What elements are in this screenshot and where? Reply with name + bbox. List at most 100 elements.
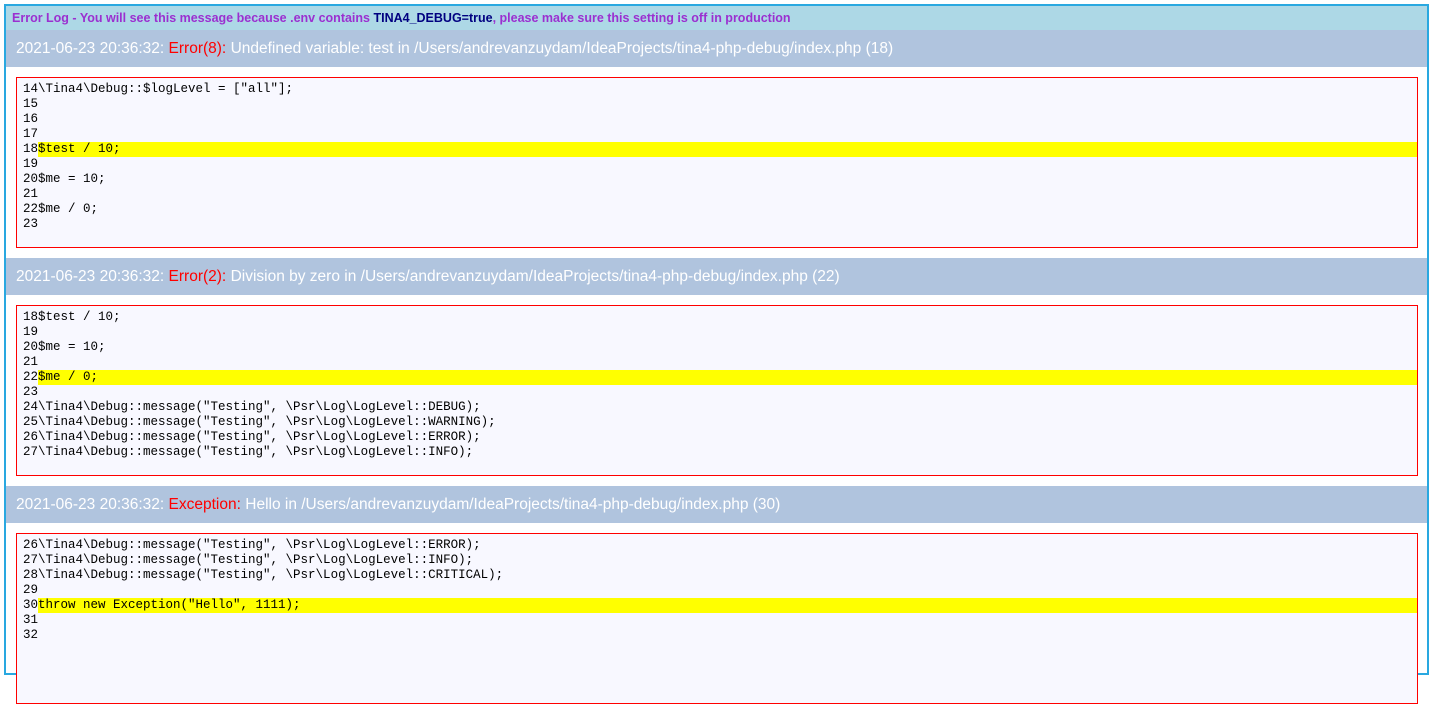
- error-header: 2021-06-23 20:36:32: Exception: Hello in…: [6, 486, 1427, 523]
- line-number: 18: [23, 310, 39, 324]
- line-number: 23: [23, 217, 39, 231]
- code-line: 16: [17, 112, 1417, 127]
- line-number: 32: [23, 628, 39, 642]
- error-message: Undefined variable: test in /Users/andre…: [230, 40, 894, 57]
- debug-warning-banner: Error Log - You will see this message be…: [6, 6, 1427, 30]
- code-line: 19: [17, 325, 1417, 340]
- code-line: 21: [17, 187, 1417, 202]
- line-code: $me = 10;: [38, 172, 106, 186]
- line-number: 18: [23, 142, 39, 156]
- line-code: $test / 10;: [38, 142, 1417, 157]
- line-number: 27: [23, 553, 39, 567]
- code-line: 21: [17, 355, 1417, 370]
- code-line: 32: [17, 628, 1417, 643]
- error-type: Error(2):: [168, 268, 227, 285]
- line-number: 16: [23, 112, 39, 126]
- code-line: 23: [17, 217, 1417, 232]
- error-header: 2021-06-23 20:36:32: Error(2): Division …: [6, 258, 1427, 295]
- error-timestamp: 2021-06-23 20:36:32:: [16, 496, 165, 513]
- banner-text-start: Error Log - You will see this message be…: [12, 11, 374, 25]
- code-line: 27 \Tina4\Debug::message("Testing", \Psr\…: [17, 445, 1417, 460]
- line-code: \Tina4\Debug::message("Testing", \Psr\Lo…: [38, 430, 481, 444]
- error-log-panel: Error Log - You will see this message be…: [4, 4, 1429, 704]
- code-line: 19: [17, 157, 1417, 172]
- code-line: 25 \Tina4\Debug::message("Testing", \Psr\…: [17, 415, 1417, 430]
- line-code: $me / 0;: [38, 202, 99, 216]
- line-code: $me / 0;: [38, 370, 1417, 385]
- line-code: \Tina4\Debug::message("Testing", \Psr\Lo…: [38, 445, 474, 459]
- error-block: 2021-06-23 20:36:32: Exception: Hello in…: [6, 486, 1427, 704]
- line-number: 26: [23, 538, 39, 552]
- error-message: Hello in /Users/andrevanzuydam/IdeaProje…: [245, 496, 781, 513]
- code-line: 27 \Tina4\Debug::message("Testing", \Psr\…: [17, 553, 1417, 568]
- line-number: 19: [23, 157, 39, 171]
- code-line-highlighted: 30 throw new Exception("Hello", 1111);: [17, 598, 1417, 613]
- code-line: 14 \Tina4\Debug::$logLevel = ["all"];: [17, 82, 1417, 97]
- line-code: \Tina4\Debug::message("Testing", \Psr\Lo…: [38, 568, 504, 582]
- line-number: 21: [23, 355, 39, 369]
- line-number: 28: [23, 568, 39, 582]
- error-block: 2021-06-23 20:36:32: Error(2): Division …: [6, 258, 1427, 476]
- line-code: \Tina4\Debug::message("Testing", \Psr\Lo…: [38, 415, 496, 429]
- line-number: 25: [23, 415, 39, 429]
- code-line-highlighted: 22 $me / 0;: [17, 370, 1417, 385]
- line-number: 31: [23, 613, 39, 627]
- error-message: Division by zero in /Users/andrevanzuyda…: [230, 268, 840, 285]
- banner-text-end: , please make sure this setting is off i…: [492, 11, 791, 25]
- error-header: 2021-06-23 20:36:32: Error(8): Undefined…: [6, 30, 1427, 67]
- line-code: \Tina4\Debug::$logLevel = ["all"];: [38, 82, 294, 96]
- line-number: 24: [23, 400, 39, 414]
- code-line: 26 \Tina4\Debug::message("Testing", \Psr\…: [17, 430, 1417, 445]
- line-code: \Tina4\Debug::message("Testing", \Psr\Lo…: [38, 538, 481, 552]
- line-number: 21: [23, 187, 39, 201]
- code-line: 31: [17, 613, 1417, 628]
- line-number: 17: [23, 127, 39, 141]
- line-code: \Tina4\Debug::message("Testing", \Psr\Lo…: [38, 553, 474, 567]
- line-number: 19: [23, 325, 39, 339]
- line-number: 26: [23, 430, 39, 444]
- code-snippet: 18 $test / 10; 19 20 $me = 10; 21 22 $me / 0; 23…: [16, 305, 1418, 476]
- line-code: throw new Exception("Hello", 1111);: [38, 598, 1417, 613]
- code-line: 20 $me = 10;: [17, 172, 1417, 187]
- code-line: 26 \Tina4\Debug::message("Testing", \Psr\…: [17, 538, 1417, 553]
- code-line: 18 $test / 10;: [17, 310, 1417, 325]
- error-timestamp: 2021-06-23 20:36:32:: [16, 268, 165, 285]
- code-line-highlighted: 18 $test / 10;: [17, 142, 1417, 157]
- line-number: 15: [23, 97, 39, 111]
- code-line: 15: [17, 97, 1417, 112]
- line-number: 29: [23, 583, 39, 597]
- code-snippet: 14 \Tina4\Debug::$logLevel = ["all"]; 15 16…: [16, 77, 1418, 248]
- line-number: 30: [23, 598, 39, 612]
- error-timestamp: 2021-06-23 20:36:32:: [16, 40, 165, 57]
- code-line: 24 \Tina4\Debug::message("Testing", \Psr\…: [17, 400, 1417, 415]
- code-line: 22 $me / 0;: [17, 202, 1417, 217]
- code-line: 20 $me = 10;: [17, 340, 1417, 355]
- line-code: $test / 10;: [38, 310, 121, 324]
- code-line: 29: [17, 583, 1417, 598]
- error-type: Error(8):: [168, 40, 227, 57]
- code-snippet: 26 \Tina4\Debug::message("Testing", \Psr\…: [16, 533, 1418, 704]
- error-type: Exception:: [168, 496, 241, 513]
- line-number: 20: [23, 340, 39, 354]
- line-number: 27: [23, 445, 39, 459]
- code-line: 17: [17, 127, 1417, 142]
- line-number: 22: [23, 370, 39, 384]
- code-line: 23: [17, 385, 1417, 400]
- error-block: 2021-06-23 20:36:32: Error(8): Undefined…: [6, 30, 1427, 248]
- line-number: 14: [23, 82, 39, 96]
- error-list: 2021-06-23 20:36:32: Error(8): Undefined…: [6, 30, 1427, 704]
- line-number: 23: [23, 385, 39, 399]
- line-number: 22: [23, 202, 39, 216]
